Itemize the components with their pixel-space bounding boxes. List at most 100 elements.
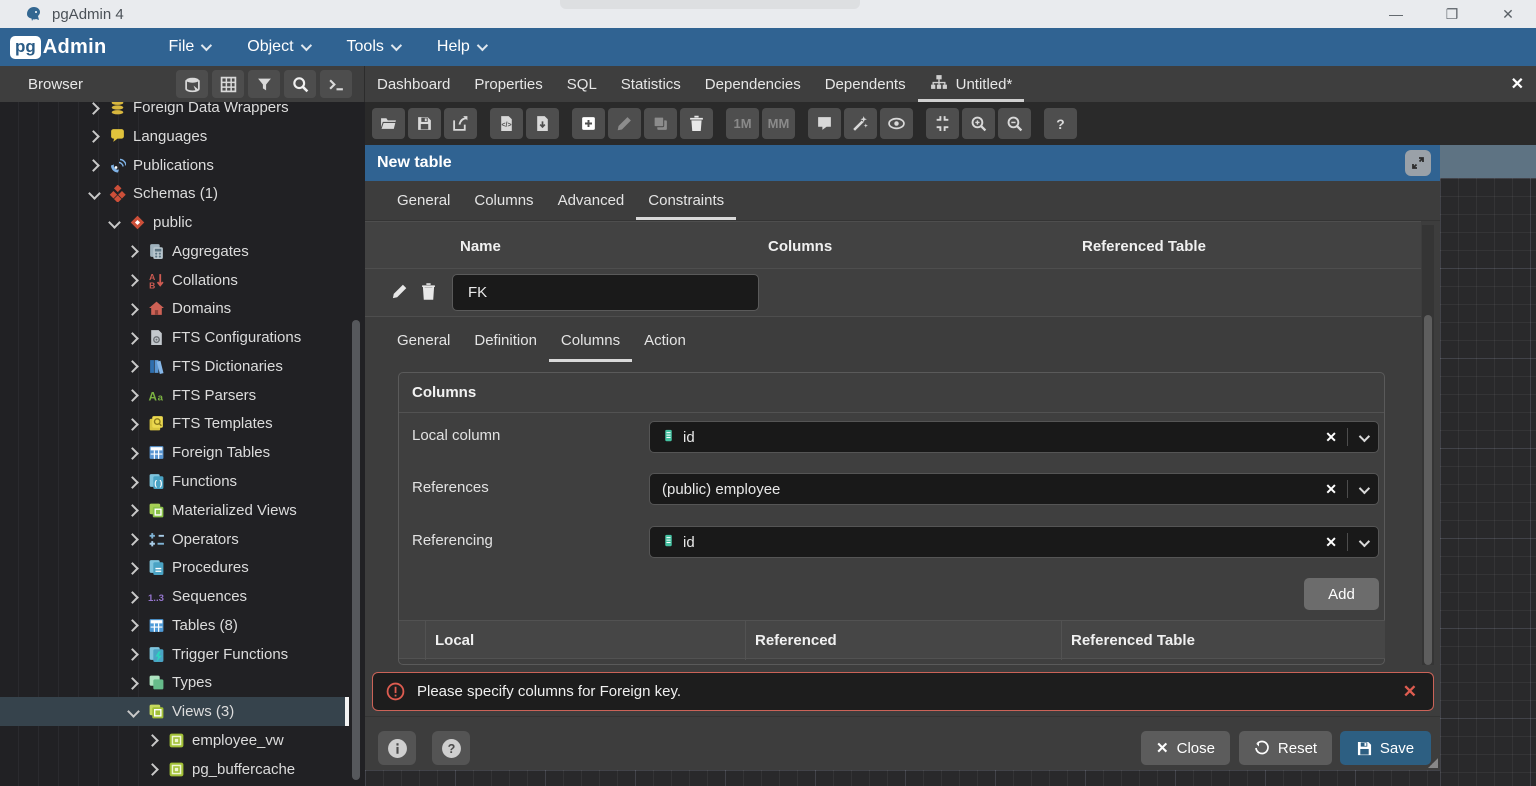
auto-align-icon[interactable] [844,108,877,139]
chevron-right-icon[interactable] [125,416,141,432]
tree-item-collations[interactable]: A B Collations [0,266,365,295]
zoom-in-icon[interactable] [962,108,995,139]
chevron-right-icon[interactable] [125,272,141,288]
tree-item-fts-configurations[interactable]: FTS Configurations [0,323,365,352]
chevron-right-icon[interactable] [86,157,102,173]
tree-item-procedures[interactable]: Procedures [0,553,365,582]
query-tool-icon[interactable] [320,70,352,98]
tab-untitled[interactable]: Untitled* [917,66,1025,102]
fk-tab-definition[interactable]: Definition [462,318,549,362]
tree-item-publications[interactable]: Publications [0,151,365,180]
open-file-icon[interactable] [372,108,405,139]
chevron-right-icon[interactable] [125,330,141,346]
tab-dependencies[interactable]: Dependencies [693,66,813,102]
tree-item-schemas-1[interactable]: Schemas (1) [0,179,365,208]
fk-tab-general[interactable]: General [385,318,462,362]
fk-tab-columns[interactable]: Columns [548,318,633,362]
dialog-tab-general[interactable]: General [385,181,462,220]
tree-item-materialized-views[interactable]: Materialized Views [0,496,365,525]
delete-row-icon[interactable] [421,283,436,305]
chevron-right-icon[interactable] [125,387,141,403]
save-icon[interactable] [408,108,441,139]
dialog-header[interactable]: New table [365,145,1440,181]
tree-item-domains[interactable]: Domains [0,294,365,323]
note-icon[interactable] [808,108,841,139]
tree-item-foreign-tables[interactable]: Foreign Tables [0,438,365,467]
chevron-right-icon[interactable] [125,445,141,461]
reset-button[interactable]: Reset [1239,731,1332,765]
tree-item-public[interactable]: public [0,208,365,237]
tree-item-fts-templates[interactable]: FTS Templates [0,409,365,438]
clear-selection-icon[interactable]: ✕ [1315,534,1347,551]
tree-item-fts-parsers[interactable]: Aa FTS Parsers [0,381,365,410]
chevron-right-icon[interactable] [125,243,141,259]
chevron-right-icon[interactable] [145,761,161,777]
drop-table-icon[interactable] [680,108,713,139]
menu-file[interactable]: File [157,32,222,62]
referencing-select[interactable]: id ✕ [649,526,1379,558]
search-objects-icon[interactable] [284,70,316,98]
tab-properties[interactable]: Properties [462,66,554,102]
dialog-tab-constraints[interactable]: Constraints [636,181,737,220]
menu-object[interactable]: Object [235,32,320,62]
object-explorer-tree[interactable]: Foreign Data Wrappers Languages Publicatio… [0,102,365,786]
chevron-down-icon[interactable] [86,186,102,202]
chevron-down-icon[interactable] [125,704,141,720]
filter-icon[interactable] [248,70,280,98]
clear-selection-icon[interactable]: ✕ [1315,429,1347,446]
download-image-icon[interactable] [526,108,559,139]
save-button[interactable]: Save [1340,731,1431,765]
query-table-icon[interactable] [212,70,244,98]
tree-item-trigger-functions[interactable]: Trigger Functions [0,640,365,669]
chevron-right-icon[interactable] [86,128,102,144]
tree-item-employee-vw[interactable]: employee_vw [0,726,365,755]
dialog-scrollbar[interactable] [1422,225,1434,665]
help-icon[interactable]: ? [1044,108,1077,139]
tab-sql[interactable]: SQL [555,66,609,102]
storage-manager-icon[interactable] [176,70,208,98]
tree-item-sequences[interactable]: 1..3 Sequences [0,582,365,611]
local-column-select[interactable]: id ✕ [649,421,1379,453]
chevron-right-icon[interactable] [145,732,161,748]
close-button[interactable]: ✕ Close [1141,731,1230,765]
tab-dashboard[interactable]: Dashboard [365,66,462,102]
chevron-right-icon[interactable] [125,560,141,576]
add-button[interactable]: Add [1304,578,1379,610]
menu-tools[interactable]: Tools [335,32,411,62]
tree-scrollbar-thumb[interactable] [352,320,360,780]
tree-item-views-3[interactable]: Views (3) [0,697,349,727]
tree-item-fts-dictionaries[interactable]: FTS Dictionaries [0,352,365,381]
sql-info-button[interactable] [378,731,416,765]
fk-tab-action[interactable]: Action [632,318,698,362]
tree-item-functions[interactable]: ( ) Functions [0,467,365,496]
close-tab-icon[interactable]: ✕ [1511,74,1524,94]
tree-item-foreign-data-wrappers[interactable]: Foreign Data Wrappers [0,102,365,122]
chevron-down-icon[interactable] [1348,534,1378,551]
chevron-right-icon[interactable] [125,474,141,490]
tree-item-aggregates[interactable]: Aggregates [0,237,365,266]
tree-item-types[interactable]: Types [0,668,365,697]
constraint-name-input[interactable]: FK [452,274,759,311]
chevron-right-icon[interactable] [125,301,141,317]
chevron-right-icon[interactable] [125,617,141,633]
chevron-right-icon[interactable] [86,102,102,116]
tree-item-languages[interactable]: Languages [0,122,365,151]
zoom-out-icon[interactable] [998,108,1031,139]
tab-statistics[interactable]: Statistics [609,66,693,102]
tree-item-tables-8[interactable]: Tables (8) [0,611,365,640]
clear-selection-icon[interactable]: ✕ [1315,481,1347,498]
dialog-tab-columns[interactable]: Columns [462,181,545,220]
chevron-right-icon[interactable] [125,358,141,374]
references-select[interactable]: (public) employee ✕ [649,473,1379,505]
close-window-button[interactable]: ✕ [1480,0,1536,28]
chevron-right-icon[interactable] [125,589,141,605]
dialog-help-button[interactable]: ? [432,731,470,765]
zoom-to-fit-icon[interactable] [926,108,959,139]
add-table-icon[interactable] [572,108,605,139]
tree-scrollbar[interactable] [351,102,361,786]
tree-item-operators[interactable]: Operators [0,525,365,554]
sql-file-icon[interactable]: </> [490,108,523,139]
chevron-right-icon[interactable] [125,531,141,547]
share-icon[interactable] [444,108,477,139]
minimize-button[interactable]: — [1368,0,1424,28]
